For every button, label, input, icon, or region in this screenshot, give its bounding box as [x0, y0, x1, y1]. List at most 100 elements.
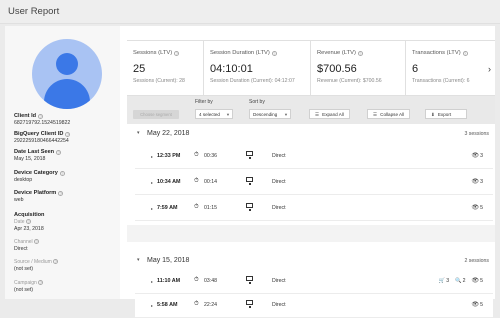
session-time: 7:59 AM	[157, 205, 178, 211]
desktop-icon	[246, 177, 253, 185]
bigquery-client-id-label: BigQuery Client ID	[14, 131, 64, 137]
session-duration: 22:24	[204, 302, 217, 308]
help-icon[interactable]: ?	[53, 259, 59, 264]
eye-icon: 👁	[471, 153, 480, 159]
help-icon[interactable]: ?	[38, 280, 44, 285]
toolbar: Choose segment Filter by 4 selected ▼ So…	[127, 96, 495, 124]
session-row[interactable]: ▸ 10:34 AM ⏱ 00:14 Direct 👁 3	[135, 171, 493, 195]
date-last-seen-field: Date Last Seen? May 15, 2018	[14, 149, 118, 162]
help-icon[interactable]: ?	[65, 131, 71, 137]
collapse-icon[interactable]: ▾	[137, 130, 140, 136]
export-button[interactable]: ⬇ Export	[425, 109, 467, 119]
metric-value: $700.56	[317, 63, 357, 75]
collapse-icon[interactable]: ▾	[137, 257, 140, 263]
expand-icon[interactable]: ▸	[151, 279, 153, 284]
help-icon[interactable]: ?	[271, 50, 277, 56]
device-platform-value: web	[14, 197, 24, 203]
device-category-label: Device Category	[14, 170, 58, 176]
filter-label: Filter by	[195, 99, 213, 105]
report-frame: Client Id? 682719792.1524519822 BigQuery…	[5, 26, 495, 318]
session-group[interactable]: ▾ May 22, 2018 3 sessions	[127, 126, 495, 143]
choose-segment-button[interactable]: Choose segment	[133, 110, 179, 119]
acquisition-date-value: Apr 23, 2018	[14, 226, 44, 232]
user-avatar-icon	[32, 39, 102, 109]
sort-select[interactable]: Descending ▼	[249, 109, 291, 119]
clock-icon: ⏱	[194, 204, 199, 210]
channel-label: Channel	[14, 239, 33, 245]
metric-cards: Sessions (LTV)? 25 Sessions (Current): 2…	[127, 40, 495, 97]
desktop-icon	[246, 203, 253, 211]
eye-icon: 👁	[471, 302, 480, 308]
session-stats: 🛒 3 🔍 2 👁 5	[438, 277, 483, 285]
channel-value: Direct	[14, 246, 28, 252]
help-icon[interactable]: ?	[462, 50, 468, 56]
search-count: 2	[462, 277, 466, 284]
chevron-down-icon: ▼	[284, 112, 288, 117]
expand-icon[interactable]: ▸	[151, 154, 153, 159]
session-stats: 👁 5	[471, 204, 483, 212]
expand-icon[interactable]: ▸	[151, 303, 153, 308]
desktop-icon	[246, 151, 253, 159]
expand-all-icon: ☰	[315, 111, 320, 117]
session-channel: Direct	[272, 179, 286, 185]
metric-sub: Session Duration (Current): 04:12:07	[210, 78, 295, 84]
help-icon[interactable]: ?	[357, 50, 363, 56]
help-icon[interactable]: ?	[56, 149, 62, 155]
session-time: 5:58 AM	[157, 302, 178, 308]
collapse-all-button[interactable]: ☰ Collapse All	[367, 109, 411, 119]
sort-value: Descending	[253, 112, 278, 117]
campaign-field: Campaign ? (not set)	[14, 279, 118, 293]
client-id-field: Client Id? 682719792.1524519822	[14, 113, 118, 126]
acquisition-field: Acquisition Date ? Apr 23, 2018	[14, 212, 118, 232]
clock-icon: ⏱	[194, 152, 199, 158]
pageviews-count: 5	[480, 204, 483, 211]
expand-icon[interactable]: ▸	[151, 206, 153, 211]
client-id-label: Client Id	[14, 113, 37, 119]
device-category-value: desktop	[14, 177, 33, 183]
desktop-icon	[246, 276, 253, 284]
pageviews-count: 3	[480, 178, 483, 185]
group-separator	[127, 225, 495, 242]
session-group[interactable]: ▾ May 15, 2018 2 sessions	[127, 253, 495, 270]
session-duration: 00:14	[204, 179, 217, 185]
help-icon[interactable]: ?	[34, 239, 40, 244]
collapse-all-icon: ☰	[373, 111, 378, 117]
group-count: 2 sessions	[464, 258, 489, 264]
session-row[interactable]: ▸ 7:59 AM ⏱ 01:15 Direct 👁 5	[135, 197, 493, 221]
metric-value: 04:10:01	[210, 63, 253, 75]
metric-sub: Revenue (Current): $700.56	[317, 78, 382, 84]
acquisition-label: Acquisition	[14, 212, 45, 218]
filter-value: 4 selected	[199, 112, 220, 117]
cart-count: 3	[446, 277, 450, 284]
session-row[interactable]: ▸ 12:33 PM ⏱ 00:36 Direct 👁 3	[135, 145, 493, 169]
session-row[interactable]: ▸ 5:58 AM ⏱ 22:24 Direct 👁 5	[135, 294, 493, 318]
metric-title: Sessions (LTV)	[133, 50, 173, 56]
metric-card-transactions: Transactions (LTV)? 6 Transactions (Curr…	[406, 41, 495, 97]
cart-icon: 🛒	[438, 277, 446, 284]
bigquery-client-id-value: 2922259180466442254	[14, 138, 69, 144]
expand-icon[interactable]: ▸	[151, 180, 153, 185]
expand-all-button[interactable]: ☰ Expand All	[309, 109, 350, 119]
session-row[interactable]: ▸ 11:10 AM ⏱ 03:48 Direct 🛒 3 🔍 2 👁 5	[135, 270, 493, 294]
next-arrow-icon[interactable]: ›	[488, 64, 491, 74]
session-channel: Direct	[272, 278, 286, 284]
help-icon[interactable]: ?	[59, 170, 65, 176]
pageviews-count: 5	[480, 277, 483, 284]
client-id-value: 682719792.1524519822	[14, 120, 71, 126]
desktop-icon	[246, 300, 253, 308]
help-icon[interactable]: ?	[38, 113, 44, 119]
campaign-label: Campaign	[14, 280, 37, 286]
help-icon[interactable]: ?	[58, 190, 64, 196]
session-duration: 03:48	[204, 278, 217, 284]
session-duration: 00:36	[204, 153, 217, 159]
help-icon[interactable]: ?	[174, 50, 180, 56]
title-bar: User Report	[0, 0, 500, 24]
sort-label: Sort by	[249, 99, 265, 105]
filter-select[interactable]: 4 selected ▼	[195, 109, 233, 119]
group-date: May 15, 2018	[147, 257, 190, 264]
session-time: 11:10 AM	[157, 278, 181, 284]
help-icon[interactable]: ?	[25, 219, 31, 224]
session-channel: Direct	[272, 153, 286, 159]
download-icon: ⬇	[431, 111, 435, 117]
session-time: 10:34 AM	[157, 179, 181, 185]
